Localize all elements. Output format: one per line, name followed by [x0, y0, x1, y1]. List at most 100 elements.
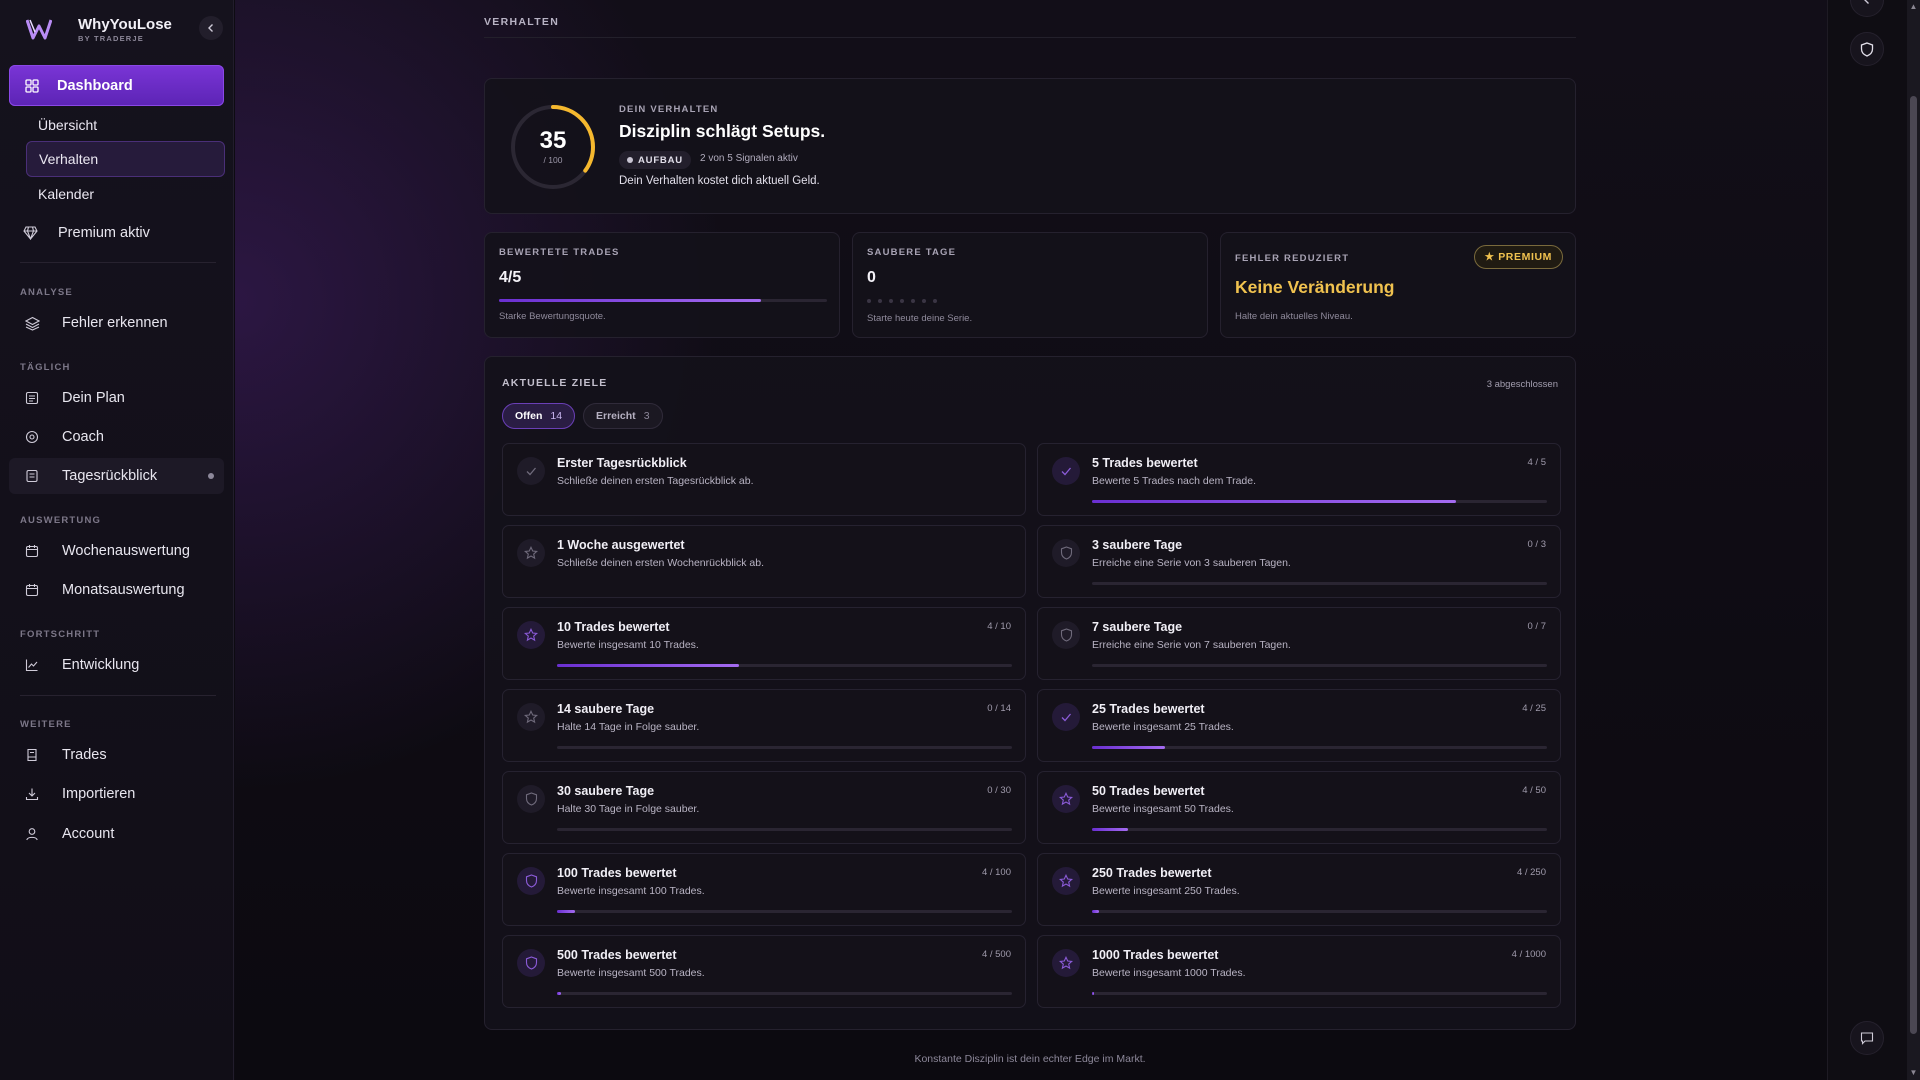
stat-label: FEHLER REDUZIERT	[1235, 253, 1350, 264]
scroll-down-icon[interactable]: ▼	[1909, 1068, 1918, 1077]
star-icon	[517, 621, 545, 649]
stat-label: BEWERTETE TRADES	[499, 247, 620, 258]
stat-note: Starte heute deine Serie.	[867, 313, 973, 324]
goal-title: 10 Trades bewertet	[557, 620, 670, 634]
stat-label: SAUBERE TAGE	[867, 247, 957, 258]
nav-entwicklung-label: Entwicklung	[62, 657, 140, 673]
goal-card[interactable]: 100 Trades bewertet Bewerte insgesamt 100…	[502, 853, 1026, 926]
goals-completed: 3 abgeschlossen	[1486, 379, 1558, 390]
nav-dashboard[interactable]: Dashboard	[9, 65, 224, 106]
sidebar: WhyYouLose BY TRADERJE Dashboard Übersic…	[0, 0, 234, 1080]
goal-card[interactable]: Erster Tagesrückblick Schließe deinen ers…	[502, 443, 1026, 516]
goal-description: Schließe deinen ersten Wochenrückblick a…	[557, 557, 765, 569]
score-max: / 100	[543, 155, 563, 165]
goal-card[interactable]: 30 saubere Tage Halte 30 Tage in Folge sa…	[502, 771, 1026, 844]
goal-card[interactable]: 1000 Trades bewertet Bewerte insgesamt 10…	[1037, 935, 1561, 1008]
goal-description: Bewerte 5 Trades nach dem Trade.	[1092, 475, 1257, 487]
goal-progress-track	[557, 664, 1012, 667]
stat-note: Halte dein aktuelles Niveau.	[1235, 311, 1353, 322]
goal-progress-fill	[1092, 910, 1100, 913]
diamond-icon	[22, 225, 38, 241]
goal-progress-text: 0 / 14	[987, 703, 1011, 714]
goal-card[interactable]: 5 Trades bewertet Bewerte 5 Trades nach d…	[1037, 443, 1561, 516]
rail-shield-button[interactable]	[1850, 32, 1884, 66]
collapse-sidebar-button[interactable]	[199, 16, 223, 40]
goal-progress-fill	[1092, 992, 1094, 995]
shield-icon	[517, 949, 545, 977]
goal-description: Erreiche eine Serie von 7 sauberen Tagen…	[1092, 639, 1291, 651]
behavior-card: 35 / 100 DEIN VERHALTEN Disziplin schläg…	[484, 78, 1576, 214]
score-value: 35	[539, 127, 567, 154]
scrollbar-thumb[interactable]	[1910, 96, 1917, 1034]
tab-offen-count: 14	[550, 410, 563, 422]
goal-card[interactable]: 25 Trades bewertet Bewerte insgesamt 25 T…	[1037, 689, 1561, 762]
goal-progress-text: 0 / 3	[1527, 539, 1547, 550]
nav-account[interactable]: Account	[24, 818, 224, 850]
goal-card[interactable]: 3 saubere Tage Erreiche eine Serie von 3 …	[1037, 525, 1561, 598]
goal-progress-track	[1092, 910, 1547, 913]
chat-icon	[1860, 1032, 1874, 1045]
nav-dein-plan[interactable]: Dein Plan	[24, 382, 224, 414]
nav-coach-label: Coach	[62, 429, 104, 445]
goal-title: 30 saubere Tage	[557, 784, 655, 798]
nav-entwicklung[interactable]: Entwicklung	[24, 649, 224, 681]
nav-coach[interactable]: Coach	[24, 421, 224, 453]
goal-description: Bewerte insgesamt 500 Trades.	[557, 967, 705, 979]
nav-fehler-erkennen[interactable]: Fehler erkennen	[24, 307, 224, 339]
goal-description: Bewerte insgesamt 100 Trades.	[557, 885, 705, 897]
nav-trades[interactable]: Trades	[24, 739, 224, 771]
nav-wochenauswertung[interactable]: Wochenauswertung	[24, 535, 224, 567]
check-icon	[517, 457, 545, 485]
subnav-verhalten[interactable]: Verhalten	[26, 141, 225, 177]
goal-progress-track	[1092, 500, 1547, 503]
goal-card[interactable]: 7 saubere Tage Erreiche eine Serie von 7 …	[1037, 607, 1561, 680]
goal-progress-track	[1092, 992, 1547, 995]
goal-card[interactable]: 1 Woche ausgewertet Schließe deinen erste…	[502, 525, 1026, 598]
notebook-icon	[24, 468, 40, 484]
notification-dot	[208, 473, 214, 479]
nav-wochenauswertung-label: Wochenauswertung	[62, 543, 190, 559]
tab-offen[interactable]: Offen 14	[502, 403, 576, 429]
tab-erreicht[interactable]: Erreicht 3	[583, 403, 663, 429]
goal-progress-fill	[1092, 828, 1129, 831]
scroll-up-icon[interactable]: ▲	[1909, 2, 1918, 11]
right-rail	[1827, 0, 1907, 1080]
status-badge-label: AUFBAU	[638, 154, 683, 166]
rail-collapse-button[interactable]	[1850, 0, 1884, 17]
subnav-ubersicht[interactable]: Übersicht	[26, 107, 225, 143]
goal-progress-text: 0 / 7	[1527, 621, 1547, 632]
goal-progress-text: 4 / 250	[1516, 867, 1546, 878]
goal-description: Bewerte insgesamt 10 Trades.	[557, 639, 699, 651]
scrollbar[interactable]: ▲ ▼	[1907, 0, 1920, 1080]
nav-account-label: Account	[62, 826, 115, 842]
nav-tagesruckblick[interactable]: Tagesrückblick	[9, 458, 224, 494]
goal-card[interactable]: 250 Trades bewertet Bewerte insgesamt 250…	[1037, 853, 1561, 926]
goal-progress-text: 4 / 5	[1527, 457, 1547, 468]
shield-icon	[517, 785, 545, 813]
nav-monatsauswertung[interactable]: Monatsauswertung	[24, 574, 224, 606]
premium-badge[interactable]: ★ PREMIUM	[1473, 245, 1563, 269]
goal-progress-track	[557, 746, 1012, 749]
star-icon	[1052, 867, 1080, 895]
nav-importieren-label: Importieren	[62, 786, 136, 802]
goal-card[interactable]: 50 Trades bewertet Bewerte insgesamt 50 T…	[1037, 771, 1561, 844]
goal-card[interactable]: 500 Trades bewertet Bewerte insgesamt 500…	[502, 935, 1026, 1008]
streak-dot	[922, 299, 926, 303]
stat-errors-reduced: FEHLER REDUZIERT ★ PREMIUM Keine Verände…	[1220, 232, 1576, 338]
goal-card[interactable]: 14 saubere Tage Halte 14 Tage in Folge sa…	[502, 689, 1026, 762]
goal-progress-fill	[557, 910, 576, 913]
goal-progress-text: 0 / 30	[987, 785, 1011, 796]
calendar-icon	[24, 543, 40, 559]
nav-premium[interactable]: Premium aktiv	[22, 217, 222, 249]
section-analyse: ANALYSE	[20, 287, 73, 298]
nav-importieren[interactable]: Importieren	[24, 778, 224, 810]
chart-line-icon	[24, 657, 40, 673]
goal-title: 100 Trades bewertet	[557, 866, 677, 880]
chat-button[interactable]	[1850, 1021, 1884, 1055]
section-taglich: TÄGLICH	[20, 362, 71, 373]
goal-card[interactable]: 10 Trades bewertet Bewerte insgesamt 10 T…	[502, 607, 1026, 680]
subnav-kalender[interactable]: Kalender	[26, 176, 225, 212]
status-dot	[627, 157, 633, 163]
brand[interactable]: WhyYouLose BY TRADERJE	[24, 14, 172, 44]
hero-title: Disziplin schlägt Setups.	[619, 121, 826, 141]
